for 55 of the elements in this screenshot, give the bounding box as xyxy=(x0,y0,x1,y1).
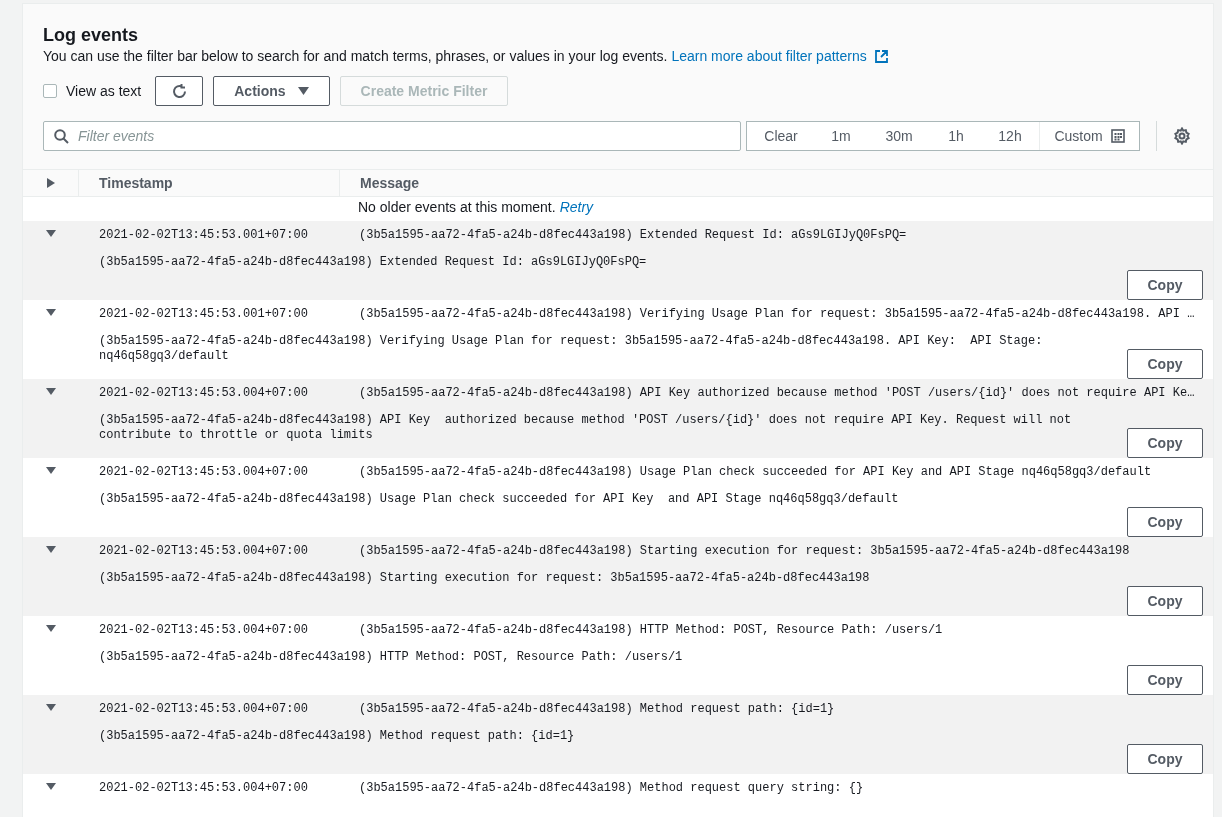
dropdown-caret-icon xyxy=(297,87,309,95)
time-range-button[interactable]: 12h xyxy=(981,122,1039,150)
timestamp-cell-text: 2021-02-02T13:45:53.004+07:00 xyxy=(99,543,309,560)
message-detail: (3b5a1595-aa72-4fa5-a24b-d8fec443a198) Verifying Usage Plan for request: 3b5a1595-aa72-4fa5-a24b-d8fec443a198. API Key: API Stage: nq46q58gq3/default xyxy=(99,334,1044,364)
search-icon xyxy=(54,129,69,144)
message-detail: (3b5a1595-aa72-4fa5-a24b-d8fec443a198) HTTP Method: POST, Resource Path: /users/1 xyxy=(99,650,684,665)
column-header: Timestamp xyxy=(98,173,174,193)
learn-more-link[interactable]: Learn more about filter patterns xyxy=(671,47,867,65)
timestamp-cell-text: 2021-02-02T13:45:53.001+07:00 xyxy=(99,306,309,323)
copy-button[interactable]: Copy xyxy=(1127,270,1203,300)
filter-field[interactable]: Filter events xyxy=(43,121,741,151)
timestamp-cell-text: 2021-02-02T13:45:53.004+07:00 xyxy=(99,780,309,797)
settings-icon[interactable] xyxy=(1173,127,1191,145)
message-detail: (3b5a1595-aa72-4fa5-a24b-d8fec443a198) API Key authorized because method 'POST /users/{id}' does not require API Key. Request will not contribute to throttle or quota limits xyxy=(99,413,1073,443)
expand-all-caret-icon[interactable] xyxy=(47,178,55,188)
message-cell-text: (3b5a1595-aa72-4fa5-a24b-d8fec443a198) Extended Request Id: aGs9LGIJyQ0FsPQ= xyxy=(359,227,907,244)
copy-button[interactable]: Copy xyxy=(1127,507,1203,537)
copy-button[interactable]: Copy xyxy=(1127,428,1203,458)
copy-button[interactable]: Copy xyxy=(1127,665,1203,695)
time-range-button[interactable]: Clear xyxy=(747,122,815,150)
panel-title: Log events xyxy=(43,24,140,46)
description-text: You can use the filter bar below to search for and match terms, phrases, or values in your log events. xyxy=(43,47,668,65)
time-range-button[interactable]: 1h xyxy=(931,122,981,150)
time-range-button[interactable]: 1m xyxy=(815,122,867,150)
message-cell-text: (3b5a1595-aa72-4fa5-a24b-d8fec443a198) API Key authorized because method 'POST /users/{id}' does not require API Ke… xyxy=(359,385,1195,402)
refresh-icon xyxy=(170,82,188,100)
external-link-icon xyxy=(874,49,888,63)
message-cell-text: (3b5a1595-aa72-4fa5-a24b-d8fec443a198) Verifying Usage Plan for request: 3b5a1595-aa72-4fa5-a24b-d8fec443a198. API … xyxy=(359,306,1195,323)
message-detail: (3b5a1595-aa72-4fa5-a24b-d8fec443a198) Usage Plan check succeeded for API Key and API Stage nq46q58gq3/default xyxy=(99,492,900,507)
timestamp-cell-text: 2021-02-02T13:45:53.004+07:00 xyxy=(99,622,309,639)
message-detail: (3b5a1595-aa72-4fa5-a24b-d8fec443a198) Extended Request Id: aGs9LGIJyQ0FsPQ= xyxy=(99,255,648,270)
timestamp-cell-text: 2021-02-02T13:45:53.004+07:00 xyxy=(99,385,309,402)
message-cell-text: (3b5a1595-aa72-4fa5-a24b-d8fec443a198) Method request path: {id=1} xyxy=(359,701,835,718)
refresh-button[interactable] xyxy=(155,76,204,106)
message-cell-text: (3b5a1595-aa72-4fa5-a24b-d8fec443a198) Starting execution for request: 3b5a1595-aa72-4fa5-a24b-d8fec443a198 xyxy=(359,543,1130,560)
copy-button[interactable]: Copy xyxy=(1127,349,1203,379)
actions-button[interactable]: Actions xyxy=(213,76,330,106)
column-header: Message xyxy=(359,173,420,193)
timestamp-cell-text: 2021-02-02T13:45:53.001+07:00 xyxy=(99,227,309,244)
notice-text: No older events at this moment. xyxy=(358,198,556,217)
copy-button[interactable]: Copy xyxy=(1127,744,1203,774)
timestamp-cell-text: 2021-02-02T13:45:53.004+07:00 xyxy=(99,464,309,481)
time-range-button[interactable]: Custom xyxy=(1039,122,1139,150)
view-as-text-checkbox[interactable] xyxy=(43,84,57,98)
message-detail: (3b5a1595-aa72-4fa5-a24b-d8fec443a198) Starting execution for request: 3b5a1595-aa72-4fa5-a24b-d8fec443a198 xyxy=(99,571,871,586)
time-range-button[interactable]: 30m xyxy=(867,122,931,150)
retry-link[interactable]: Retry xyxy=(559,197,594,218)
calendar-icon xyxy=(1110,129,1125,143)
view-as-text-label: View as text xyxy=(66,81,142,101)
copy-button[interactable]: Copy xyxy=(1127,586,1203,616)
timestamp-cell-text: 2021-02-02T13:45:53.004+07:00 xyxy=(99,701,309,718)
message-cell-text: (3b5a1595-aa72-4fa5-a24b-d8fec443a198) HTTP Method: POST, Resource Path: /users/1 xyxy=(359,622,943,639)
message-detail: (3b5a1595-aa72-4fa5-a24b-d8fec443a198) Method request path: {id=1} xyxy=(99,729,576,744)
message-cell-text: (3b5a1595-aa72-4fa5-a24b-d8fec443a198) Usage Plan check succeeded for API Key and API Stage nq46q58gq3/default xyxy=(359,464,1152,481)
message-cell-text: (3b5a1595-aa72-4fa5-a24b-d8fec443a198) Method request query string: {} xyxy=(359,780,864,797)
